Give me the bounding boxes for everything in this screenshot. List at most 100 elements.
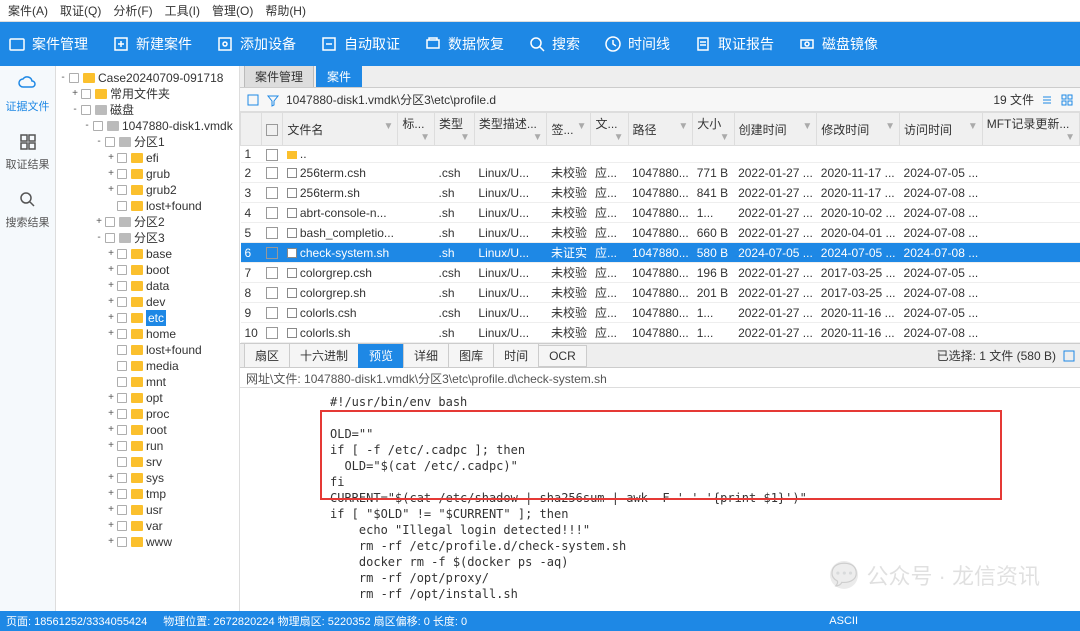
leftbar-evidence[interactable]: 证据文件 <box>6 74 50 114</box>
tree-label[interactable]: www <box>146 534 172 550</box>
col-8[interactable]: 路径▼ <box>628 113 693 146</box>
col-1[interactable] <box>262 113 283 146</box>
table-row[interactable]: 7colorgrep.csh.cshLinux/U...未校验应...10478… <box>241 263 1080 283</box>
tree-toggle[interactable]: + <box>106 470 116 486</box>
tree-checkbox[interactable] <box>105 217 115 227</box>
row-checkbox[interactable] <box>266 287 278 299</box>
menu-case[interactable]: 案件(A) <box>8 2 48 19</box>
tree-toggle[interactable]: - <box>94 230 104 246</box>
table-row[interactable]: 9colorls.csh.cshLinux/U...未校验应...1047880… <box>241 303 1080 323</box>
preview-tab-时间[interactable]: 时间 <box>493 344 539 368</box>
tree-toggle[interactable]: + <box>106 150 116 166</box>
menu-analyze[interactable]: 分析(F) <box>113 2 152 19</box>
row-checkbox[interactable] <box>266 247 278 259</box>
tree-toggle[interactable]: + <box>94 214 104 230</box>
filter-icon[interactable]: ▼ <box>720 132 730 143</box>
col-3[interactable]: 标...▼ <box>398 113 435 146</box>
tree-label[interactable]: efi <box>146 150 159 166</box>
tree-toggle[interactable]: + <box>106 278 116 294</box>
tree-node-media[interactable]: media <box>58 358 237 374</box>
tree-checkbox[interactable] <box>117 425 127 435</box>
tree-node-grub[interactable]: +grub <box>58 166 237 182</box>
filter-icon[interactable]: ▼ <box>614 132 624 143</box>
row-checkbox[interactable] <box>266 267 278 279</box>
tree-node-var[interactable]: +var <box>58 518 237 534</box>
tree-toggle[interactable]: + <box>106 166 116 182</box>
tree-panel[interactable]: -Case20240709-091718+常用文件夹-磁盘-1047880-di… <box>56 66 240 611</box>
tree-toggle[interactable]: - <box>70 102 80 118</box>
row-checkbox[interactable] <box>266 187 278 199</box>
table-row[interactable]: 3256term.sh.shLinux/U...未校验应...1047880..… <box>241 183 1080 203</box>
row-checkbox[interactable] <box>266 149 278 161</box>
tree-checkbox[interactable] <box>117 153 127 163</box>
row-checkbox[interactable] <box>266 207 278 219</box>
tree-label[interactable]: mnt <box>146 374 166 390</box>
tree-checkbox[interactable] <box>117 377 127 387</box>
tree-label[interactable]: Case20240709-091718 <box>98 70 223 86</box>
tree-checkbox[interactable] <box>117 409 127 419</box>
tree-checkbox[interactable] <box>81 105 91 115</box>
tree-checkbox[interactable] <box>117 329 127 339</box>
table-row[interactable]: 10colorls.sh.shLinux/U...未校验应...1047880.… <box>241 323 1080 343</box>
tree-checkbox[interactable] <box>117 521 127 531</box>
tree-node-www[interactable]: + www <box>58 534 237 550</box>
tree-node-root[interactable]: +root <box>58 422 237 438</box>
tree-label[interactable]: 磁盘 <box>110 102 134 118</box>
tree-node-Case20240709-091718[interactable]: - Case20240709-091718 <box>58 70 237 86</box>
tree-label[interactable]: etc <box>146 310 166 326</box>
tree-node-磁盘[interactable]: - 磁盘 <box>58 102 237 118</box>
tree-checkbox[interactable] <box>117 169 127 179</box>
tree-node-efi[interactable]: + efi <box>58 150 237 166</box>
tree-checkbox[interactable] <box>81 89 91 99</box>
filter-icon[interactable]: ▼ <box>420 132 430 143</box>
tree-toggle[interactable]: + <box>106 182 116 198</box>
tree-checkbox[interactable] <box>117 361 127 371</box>
tree-checkbox[interactable] <box>117 537 127 547</box>
tree-node-分区1[interactable]: -分区1 <box>58 134 237 150</box>
tree-label[interactable]: sys <box>146 470 164 486</box>
tree-node-usr[interactable]: +usr <box>58 502 237 518</box>
filter-icon[interactable]: ▼ <box>460 132 470 143</box>
table-row[interactable]: 4abrt-console-n....shLinux/U...未校验应...10… <box>241 203 1080 223</box>
tree-toggle[interactable]: + <box>106 406 116 422</box>
col-5[interactable]: 类型描述...▼ <box>474 113 547 146</box>
filter-icon[interactable] <box>266 93 280 107</box>
tree-toggle[interactable]: - <box>58 70 68 86</box>
tree-checkbox[interactable] <box>117 473 127 483</box>
tree-node-dev[interactable]: +dev <box>58 294 237 310</box>
tab-case[interactable]: 案件 <box>316 66 362 87</box>
tree-checkbox[interactable] <box>117 393 127 403</box>
col-10[interactable]: 创建时间▼ <box>734 113 817 146</box>
tree-toggle[interactable]: + <box>106 502 116 518</box>
tree-label[interactable]: 1047880-disk1.vmdk <box>122 118 233 134</box>
tree-checkbox[interactable] <box>117 457 127 467</box>
tree-checkbox[interactable] <box>117 313 127 323</box>
tree-label[interactable]: srv <box>146 454 162 470</box>
tree-node-lost+found[interactable]: lost+found <box>58 198 237 214</box>
col-11[interactable]: 修改时间▼ <box>817 113 900 146</box>
filter-icon[interactable]: ▼ <box>885 121 895 132</box>
tree-toggle[interactable]: + <box>106 262 116 278</box>
tree-checkbox[interactable] <box>105 233 115 243</box>
row-checkbox[interactable] <box>266 167 278 179</box>
tree-toggle[interactable]: + <box>106 390 116 406</box>
tree-toggle[interactable]: - <box>82 118 92 134</box>
tree-checkbox[interactable] <box>105 137 115 147</box>
tree-toggle[interactable]: + <box>106 438 116 454</box>
tree-toggle[interactable]: + <box>106 294 116 310</box>
tree-label[interactable]: opt <box>146 390 163 406</box>
preview-tab-OCR[interactable]: OCR <box>538 345 587 367</box>
tree-node-sys[interactable]: + sys <box>58 470 237 486</box>
tree-label[interactable]: tmp <box>146 486 166 502</box>
tree-toggle[interactable]: + <box>106 534 116 550</box>
filter-icon[interactable]: ▼ <box>1065 132 1075 143</box>
filter-icon[interactable]: ▼ <box>678 121 688 132</box>
preview-content[interactable]: #!/usr/bin/env bash OLD="" if [ -f /etc/… <box>240 388 1080 611</box>
table-row[interactable]: 2256term.csh.cshLinux/U...未校验应...1047880… <box>241 163 1080 183</box>
tree-checkbox[interactable] <box>117 201 127 211</box>
preview-tab-十六进制[interactable]: 十六进制 <box>289 344 359 368</box>
table-row[interactable]: 1.. <box>241 146 1080 163</box>
menu-manage[interactable]: 管理(O) <box>212 2 253 19</box>
tab-case-manage[interactable]: 案件管理 <box>244 66 314 87</box>
tree-node-base[interactable]: +base <box>58 246 237 262</box>
